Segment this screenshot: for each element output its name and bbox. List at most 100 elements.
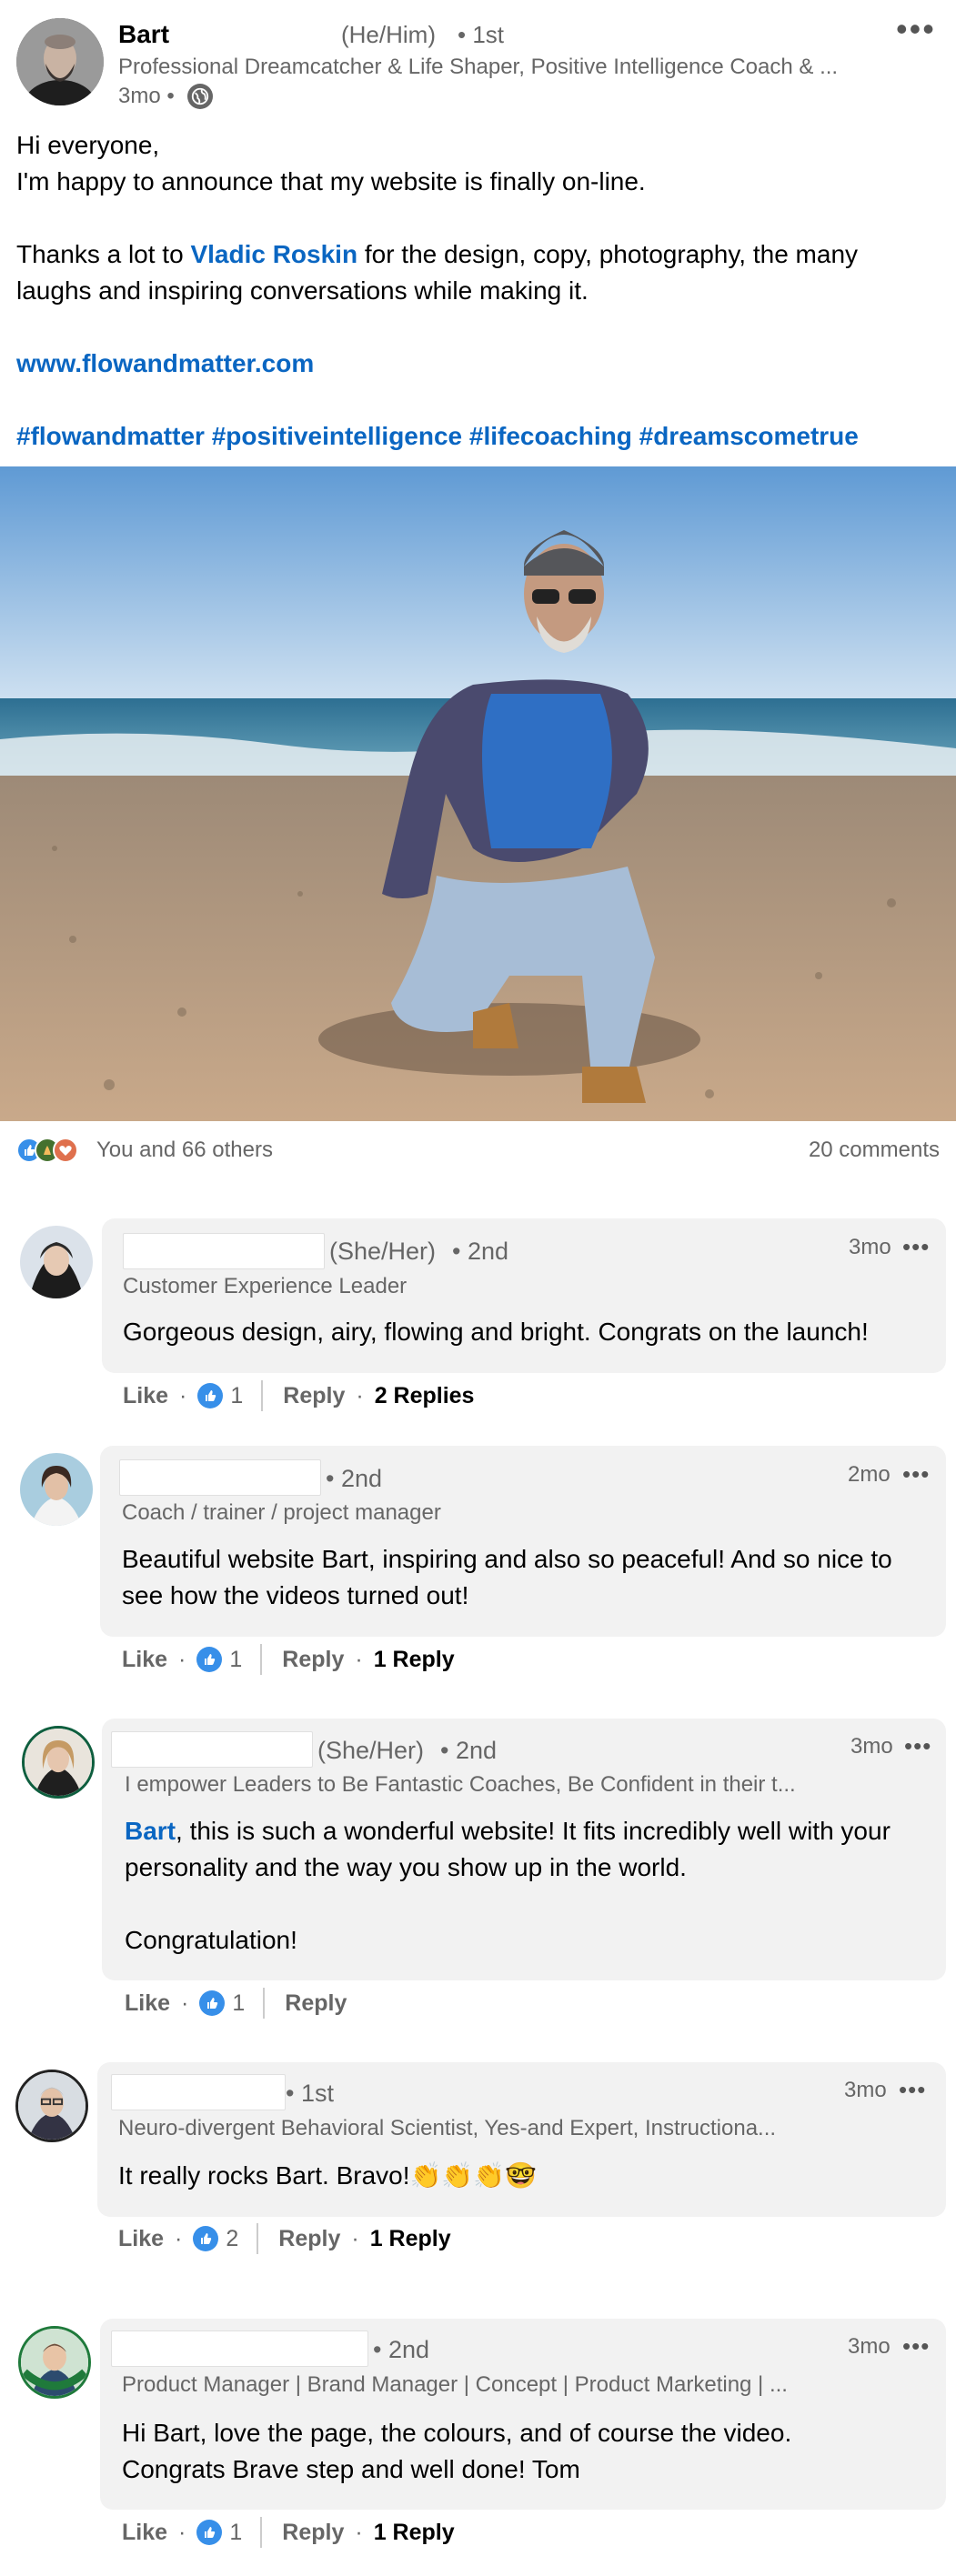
like-count[interactable]: 1 <box>230 1383 243 1409</box>
reply-button[interactable]: Reply <box>282 2520 344 2546</box>
like-count[interactable]: 1 <box>229 2520 242 2546</box>
mention-link[interactable]: Vladic Roskin <box>190 240 357 268</box>
love-icon <box>53 1138 78 1163</box>
commenter-degree: • 2nd <box>373 2336 430 2363</box>
post-paragraph: I'm happy to announce that my website is… <box>16 167 646 195</box>
like-button[interactable]: Like <box>118 2226 164 2252</box>
author-name[interactable]: Bart <box>118 20 169 49</box>
post-paragraph: Hi everyone, <box>16 131 160 159</box>
comment-actions: Like · 2 Reply · 1 Reply <box>118 2220 451 2257</box>
like-button[interactable]: Like <box>125 1990 170 2017</box>
reply-button[interactable]: Reply <box>282 1647 344 1673</box>
post-image[interactable] <box>0 466 956 1121</box>
more-icon[interactable]: ••• <box>902 1460 930 1488</box>
comment-text: Gorgeous design, airy, flowing and brigh… <box>123 1318 869 1346</box>
more-icon[interactable]: ••• <box>904 1732 931 1760</box>
like-icon <box>196 1647 223 1672</box>
hashtags-link[interactable]: #flowandmatter #positiveintelligence #li… <box>16 422 859 450</box>
view-replies-link[interactable]: 2 Replies <box>375 1383 475 1409</box>
commenter-pronouns: (She/Her) <box>329 1238 437 1265</box>
separator-dot: · <box>178 1646 186 1672</box>
reply-button[interactable]: Reply <box>283 1383 345 1409</box>
view-replies-link[interactable]: 1 Reply <box>374 1647 455 1673</box>
commenter-name[interactable] <box>111 2074 286 2110</box>
comment-text-line2: Congratulation! <box>125 1926 297 1954</box>
commenter-degree: • 2nd <box>452 1238 509 1265</box>
post-paragraph-thanks: Thanks a lot to Vladic Roskin for the de… <box>16 236 926 309</box>
divider <box>260 2517 263 2548</box>
reply-button[interactable]: Reply <box>278 2226 340 2252</box>
commenter-pronouns: (She/Her) <box>317 1737 425 1764</box>
comments-count[interactable]: 20 comments <box>809 1138 940 1163</box>
comment-text-body: , this is such a wonderful website! It f… <box>125 1817 891 1881</box>
more-icon[interactable]: ••• <box>902 2332 930 2360</box>
divider <box>260 1644 263 1675</box>
like-button[interactable]: Like <box>122 1647 167 1673</box>
comment-text-line2: Congrats Brave step and well done! Tom <box>122 2455 580 2483</box>
like-count[interactable]: 2 <box>226 2226 238 2252</box>
reaction-icons[interactable] <box>16 1137 78 1164</box>
commenter-name[interactable] <box>111 2330 368 2367</box>
comment-time: 3mo <box>848 2334 891 2359</box>
like-count[interactable]: 1 <box>232 1990 245 2017</box>
comment-actions: Like · 1 Reply · 2 Replies <box>123 1378 474 1414</box>
separator-dot: · <box>355 2519 363 2545</box>
separator-dot: · <box>351 2225 359 2251</box>
commenter-headline: I empower Leaders to Be Fantastic Coache… <box>125 1772 796 1797</box>
commenter-name[interactable] <box>111 1731 313 1768</box>
author-headline: Professional Dreamcatcher & Life Shaper,… <box>118 55 839 79</box>
separator-dot: · <box>178 2519 186 2545</box>
like-icon <box>199 1990 226 2016</box>
more-icon[interactable]: ••• <box>899 2076 926 2104</box>
comment-text: It really rocks Bart. Bravo!👏👏👏🤓 <box>118 2161 537 2190</box>
commenter-headline: Coach / trainer / project manager <box>122 1500 441 1525</box>
divider <box>261 1380 264 1411</box>
globe-icon <box>187 84 213 109</box>
commenter-avatar[interactable] <box>18 2326 91 2399</box>
reactions-count[interactable]: You and 66 others <box>96 1138 273 1163</box>
like-button[interactable]: Like <box>122 2520 167 2546</box>
separator-dot: · <box>356 1382 364 1408</box>
divider <box>257 2223 259 2254</box>
comment-time: 3mo <box>850 1734 893 1759</box>
mention-link[interactable]: Bart <box>125 1817 176 1845</box>
comment-time: 2mo <box>848 1462 891 1487</box>
like-button[interactable]: Like <box>123 1383 168 1409</box>
commenter-degree: • 1st <box>286 2080 334 2107</box>
post-time: 3mo • <box>118 84 175 108</box>
comment-actions: Like · 1 Reply <box>125 1985 347 2021</box>
view-replies-link[interactable]: 1 Reply <box>370 2226 451 2252</box>
view-replies-link[interactable]: 1 Reply <box>374 2520 455 2546</box>
like-icon <box>197 1383 224 1408</box>
author-degree: • 1st <box>458 21 505 48</box>
commenter-degree: • 2nd <box>326 1465 383 1492</box>
commenter-avatar[interactable] <box>22 1726 95 1799</box>
separator-dot: · <box>179 1382 187 1408</box>
reply-button[interactable]: Reply <box>285 1990 347 2017</box>
comment-text: Hi Bart, love the page, the colours, and… <box>122 2415 922 2488</box>
commenter-avatar[interactable] <box>15 2070 88 2142</box>
commenter-avatar[interactable] <box>20 1226 93 1298</box>
more-icon[interactable]: ••• <box>902 1233 930 1261</box>
author-pronouns: (He/Him) <box>341 21 436 48</box>
comment-text: Beautiful website Bart, inspiring and al… <box>122 1545 892 1609</box>
separator-dot: · <box>175 2225 183 2251</box>
commenter-degree: • 2nd <box>440 1737 498 1764</box>
post-body: Hi everyone, I'm happy to announce that … <box>16 127 926 455</box>
website-link[interactable]: www.flowandmatter.com <box>16 349 314 377</box>
commenter-avatar[interactable] <box>20 1453 93 1526</box>
like-count[interactable]: 1 <box>229 1647 242 1673</box>
comment-time: 3mo <box>844 2078 887 2102</box>
more-icon[interactable]: ••• <box>896 13 936 45</box>
author-avatar[interactable] <box>16 18 104 105</box>
commenter-headline: Customer Experience Leader <box>123 1274 408 1298</box>
commenter-name[interactable] <box>123 1233 325 1269</box>
comment-text: Bart, this is such a wonderful website! … <box>125 1813 925 1959</box>
commenter-name[interactable] <box>119 1459 321 1496</box>
thanks-before: Thanks a lot to <box>16 240 191 268</box>
like-icon <box>193 2226 219 2251</box>
